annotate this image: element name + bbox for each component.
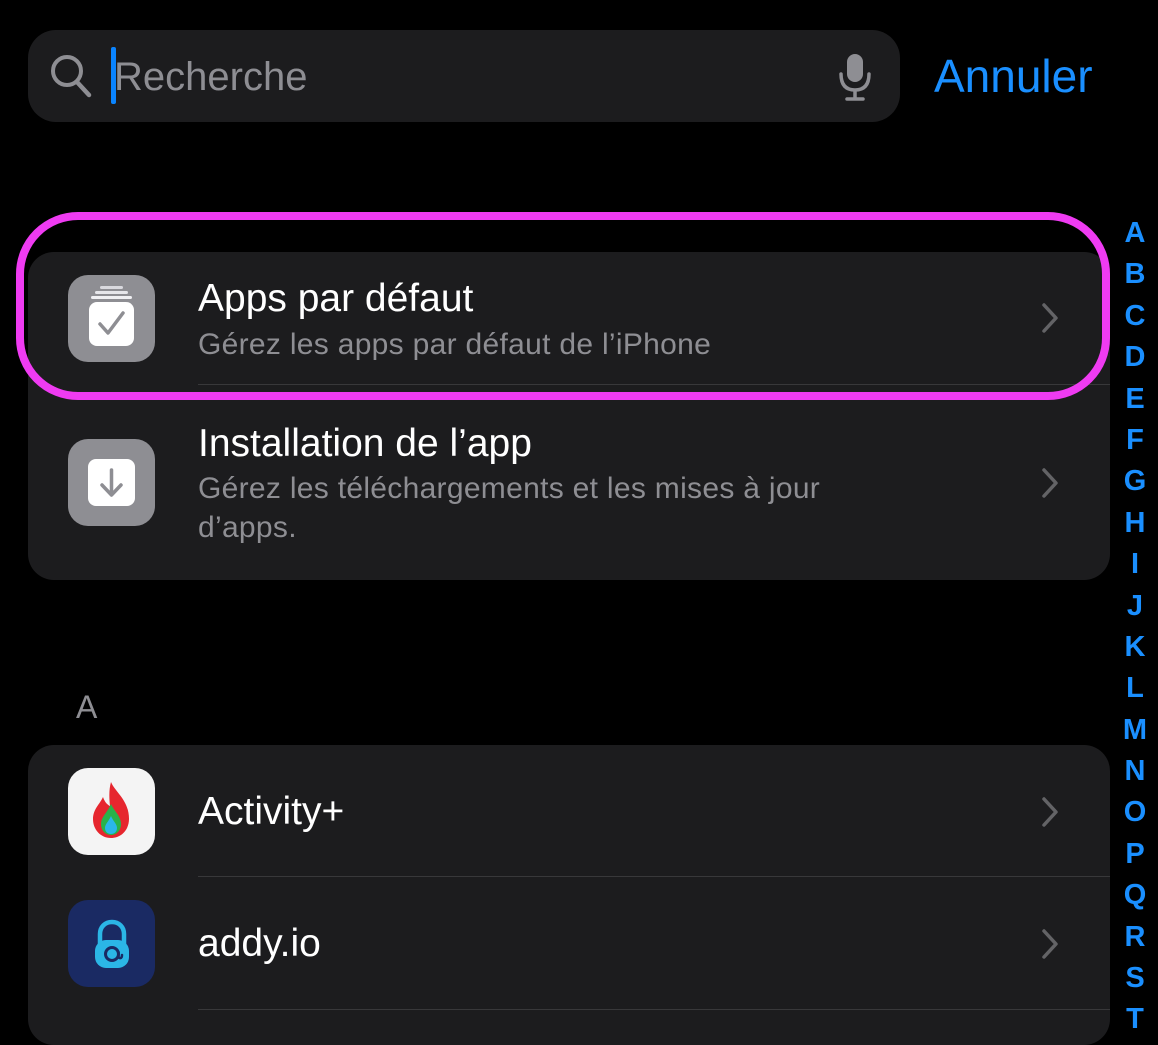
alphabet-index-letter[interactable]: R: [1114, 917, 1156, 958]
alphabet-index-letter[interactable]: O: [1114, 792, 1156, 833]
row-title: Apps par défaut: [198, 277, 474, 320]
alphabet-index-letter[interactable]: S: [1114, 958, 1156, 999]
row-app-installation[interactable]: Installation de l’app Gérez les téléchar…: [28, 385, 1110, 580]
alphabet-index-letter[interactable]: G: [1114, 461, 1156, 502]
alphabet-index-letter[interactable]: A: [1114, 213, 1156, 254]
row-title: addy.io: [198, 922, 321, 965]
alphabet-index-letter[interactable]: N: [1114, 751, 1156, 792]
alphabet-index-letter[interactable]: E: [1114, 379, 1156, 420]
addy-io-icon: [68, 900, 155, 987]
alphabet-index-letter[interactable]: F: [1114, 420, 1156, 461]
microphone-icon[interactable]: [836, 52, 874, 102]
search-icon: [50, 54, 92, 98]
default-apps-icon: [68, 275, 155, 362]
row-activity-plus[interactable]: Activity+: [28, 745, 1110, 876]
row-default-apps[interactable]: Apps par défaut Gérez les apps par défau…: [28, 252, 1110, 384]
chevron-right-icon: [1040, 302, 1060, 334]
row-subtitle: Gérez les téléchargements et les mises à…: [198, 472, 821, 544]
alphabet-index-letter[interactable]: I: [1114, 544, 1156, 585]
search-input[interactable]: [114, 50, 814, 104]
row-addy-io[interactable]: addy.io: [28, 877, 1110, 1009]
activity-plus-flame-icon: [68, 768, 155, 855]
alphabet-index-letter[interactable]: C: [1114, 296, 1156, 337]
alphabet-index-letter[interactable]: H: [1114, 503, 1156, 544]
app-installation-icon: [68, 439, 155, 526]
alphabet-index-letter[interactable]: P: [1114, 834, 1156, 875]
row-separator: [198, 1009, 1110, 1010]
alphabet-index-letter[interactable]: M: [1114, 710, 1156, 751]
chevron-right-icon: [1040, 928, 1060, 960]
alphabet-index-letter[interactable]: T: [1114, 999, 1156, 1040]
row-title: Installation de l’app: [198, 422, 532, 465]
chevron-right-icon: [1040, 467, 1060, 499]
alphabet-index-letter[interactable]: K: [1114, 627, 1156, 668]
chevron-right-icon: [1040, 796, 1060, 828]
alphabet-index-letter[interactable]: B: [1114, 254, 1156, 295]
section-header: A: [76, 689, 98, 725]
settings-group-top: Apps par défaut Gérez les apps par défau…: [28, 252, 1110, 580]
alphabet-index[interactable]: ABCDEFGHIJKLMNOPQRST: [1114, 213, 1156, 1041]
alphabet-index-letter[interactable]: Q: [1114, 875, 1156, 916]
row-subtitle: Gérez les apps par défaut de l’iPhone: [198, 328, 712, 361]
alphabet-index-letter[interactable]: J: [1114, 586, 1156, 627]
row-title: Activity+: [198, 790, 345, 833]
cancel-button[interactable]: Annuler: [934, 48, 1093, 104]
alphabet-index-letter[interactable]: D: [1114, 337, 1156, 378]
alphabet-index-letter[interactable]: L: [1114, 668, 1156, 709]
settings-group-a: Activity+ addy.io: [28, 745, 1110, 1045]
